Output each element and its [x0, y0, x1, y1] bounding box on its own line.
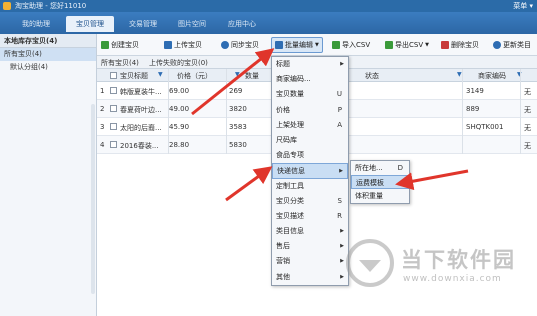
arrow-to-batch-edit: [191, 48, 275, 116]
arrow-to-shipping-info: [225, 166, 273, 202]
watermark: 当下软件园 www.downxia.com: [345, 238, 535, 298]
watermark-url: www.downxia.com: [403, 274, 502, 284]
downxia-logo-icon: [346, 239, 394, 287]
watermark-name: 当下软件园: [401, 248, 516, 272]
arrow-to-freight-template: [395, 169, 469, 191]
